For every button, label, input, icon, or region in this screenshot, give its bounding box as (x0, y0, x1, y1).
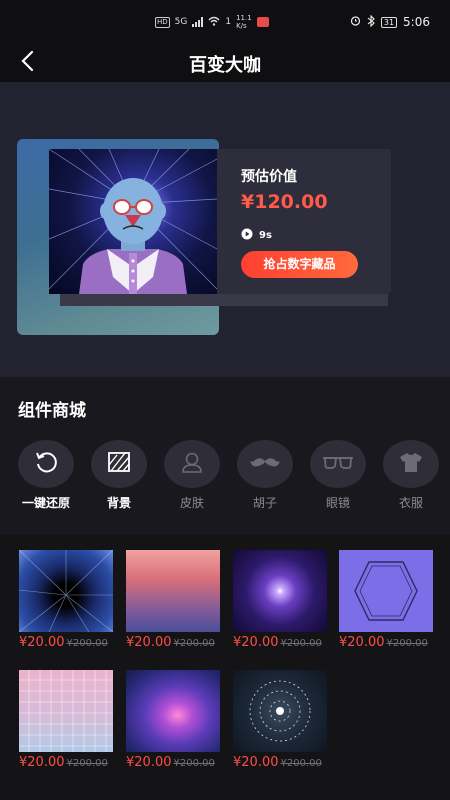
speed-unit: K/s (236, 22, 247, 30)
shop-item[interactable]: ¥20.00 ¥200.00 (19, 670, 113, 770)
tool-background[interactable]: 背景 (84, 440, 154, 511)
page-title: 百变大咖 (189, 55, 261, 76)
shop-item[interactable]: ¥20.00 ¥200.00 (19, 550, 113, 650)
shop-item-price: ¥20.00 (19, 635, 65, 650)
tool-reset[interactable]: 一键还原 (11, 440, 81, 511)
shop-item[interactable]: ¥20.00 ¥200.00 (339, 550, 433, 650)
tool-reset-circle (18, 440, 74, 488)
nav-bar: 百变大咖 (0, 44, 450, 82)
shop-item-prices: ¥20.00 ¥200.00 (339, 635, 433, 650)
skin-icon (180, 450, 204, 478)
speed-value: 11.1 (236, 14, 252, 22)
shop-item-price: ¥20.00 (19, 755, 65, 770)
shop-thumbnail (233, 550, 327, 632)
shop-item-prices: ¥20.00 ¥200.00 (126, 755, 220, 770)
status-bar: HD 5G 1 11.1 K/s 31 5:06 (0, 0, 450, 44)
shop-grid: ¥20.00 ¥200.00 ¥20.00 ¥200.00 ¥20.00 ¥200.0… (0, 535, 450, 800)
reset-icon (33, 449, 59, 479)
hero-section: 预估价值 ¥120.00 9s 抢占数字藏品 (0, 82, 450, 377)
price-label: 预估价值 (241, 169, 297, 185)
wifi-icon (208, 16, 220, 29)
tool-mustache-circle (237, 440, 293, 488)
net-speed: 11.1 K/s (236, 14, 252, 30)
status-right: 31 5:06 (350, 12, 430, 32)
shop-thumbnail (233, 670, 327, 752)
shop-item-original-price: ¥200.00 (66, 758, 108, 769)
tool-skin-circle (164, 440, 220, 488)
shop-item-price: ¥20.00 (233, 755, 279, 770)
duration[interactable]: 9s (241, 228, 272, 243)
shop-item-price: ¥20.00 (126, 635, 172, 650)
tool-label: 背景 (106, 496, 131, 510)
shop-item-prices: ¥20.00 ¥200.00 (233, 755, 327, 770)
tool-label: 衣服 (398, 496, 423, 510)
duration-text: 9s (259, 230, 272, 241)
shop-item-original-price: ¥200.00 (280, 758, 322, 769)
tool-glasses-circle (310, 440, 366, 488)
glasses-icon (322, 455, 354, 474)
bluetooth-icon (367, 14, 375, 30)
tool-label: 一键还原 (21, 496, 70, 510)
shop-thumbnail (126, 550, 220, 632)
shop-item-prices: ¥20.00 ¥200.00 (233, 635, 327, 650)
shop-item[interactable]: ¥20.00 ¥200.00 (126, 550, 220, 650)
shop-item-prices: ¥20.00 ¥200.00 (19, 755, 113, 770)
shop-item-original-price: ¥200.00 (173, 758, 215, 769)
network-type: 5G (174, 17, 188, 27)
battery-icon: 31 (380, 16, 398, 28)
shop-item[interactable]: ¥20.00 ¥200.00 (233, 670, 327, 770)
tool-label: 眼镜 (325, 496, 350, 510)
shop-item-original-price: ¥200.00 (173, 638, 215, 649)
tool-clothes[interactable]: 衣服 (376, 440, 446, 511)
shop-item[interactable]: ¥20.00 ¥200.00 (126, 670, 220, 770)
play-icon (241, 228, 253, 243)
notification-app-icon (256, 17, 269, 27)
status-center: HD 5G 1 11.1 K/s (155, 12, 269, 32)
tool-glasses[interactable]: 眼镜 (303, 440, 373, 511)
shop-item[interactable]: ¥20.00 ¥200.00 (233, 550, 327, 650)
shop-item-prices: ¥20.00 ¥200.00 (126, 635, 220, 650)
shop-item-original-price: ¥200.00 (386, 638, 428, 649)
tool-background-circle (91, 440, 147, 488)
speed-count: 1 (225, 17, 232, 27)
alarm-icon (350, 15, 361, 29)
shop-thumbnail (19, 670, 113, 752)
shop-item-price: ¥20.00 (126, 755, 172, 770)
shop-item-price: ¥20.00 (339, 635, 385, 650)
shop-item-price: ¥20.00 (233, 635, 279, 650)
tool-mustache[interactable]: 胡子 (230, 440, 300, 511)
tool-label: 皮肤 (179, 496, 204, 510)
shop-thumbnail (339, 550, 433, 632)
signal-icon (192, 17, 204, 27)
shop-thumbnail (19, 550, 113, 632)
mustache-icon (250, 455, 280, 474)
shop-item-original-price: ¥200.00 (280, 638, 322, 649)
tool-skin[interactable]: 皮肤 (157, 440, 227, 511)
background-icon (107, 451, 131, 477)
clothes-icon (399, 451, 423, 477)
hd-badge: HD (155, 16, 170, 28)
clock: 5:06 (403, 15, 430, 29)
avatar-image (49, 149, 217, 294)
section-title: 组件商城 (18, 401, 86, 421)
shop-thumbnail (126, 670, 220, 752)
price-value: ¥120.00 (241, 191, 328, 213)
component-tools: 一键还原 背景 皮肤 胡子 眼镜 衣服 (0, 440, 450, 520)
shop-item-original-price: ¥200.00 (66, 638, 108, 649)
tool-label: 胡子 (252, 496, 277, 510)
shop-item-prices: ¥20.00 ¥200.00 (19, 635, 113, 650)
grab-collectible-button[interactable]: 抢占数字藏品 (241, 251, 358, 278)
tool-clothes-circle (383, 440, 439, 488)
